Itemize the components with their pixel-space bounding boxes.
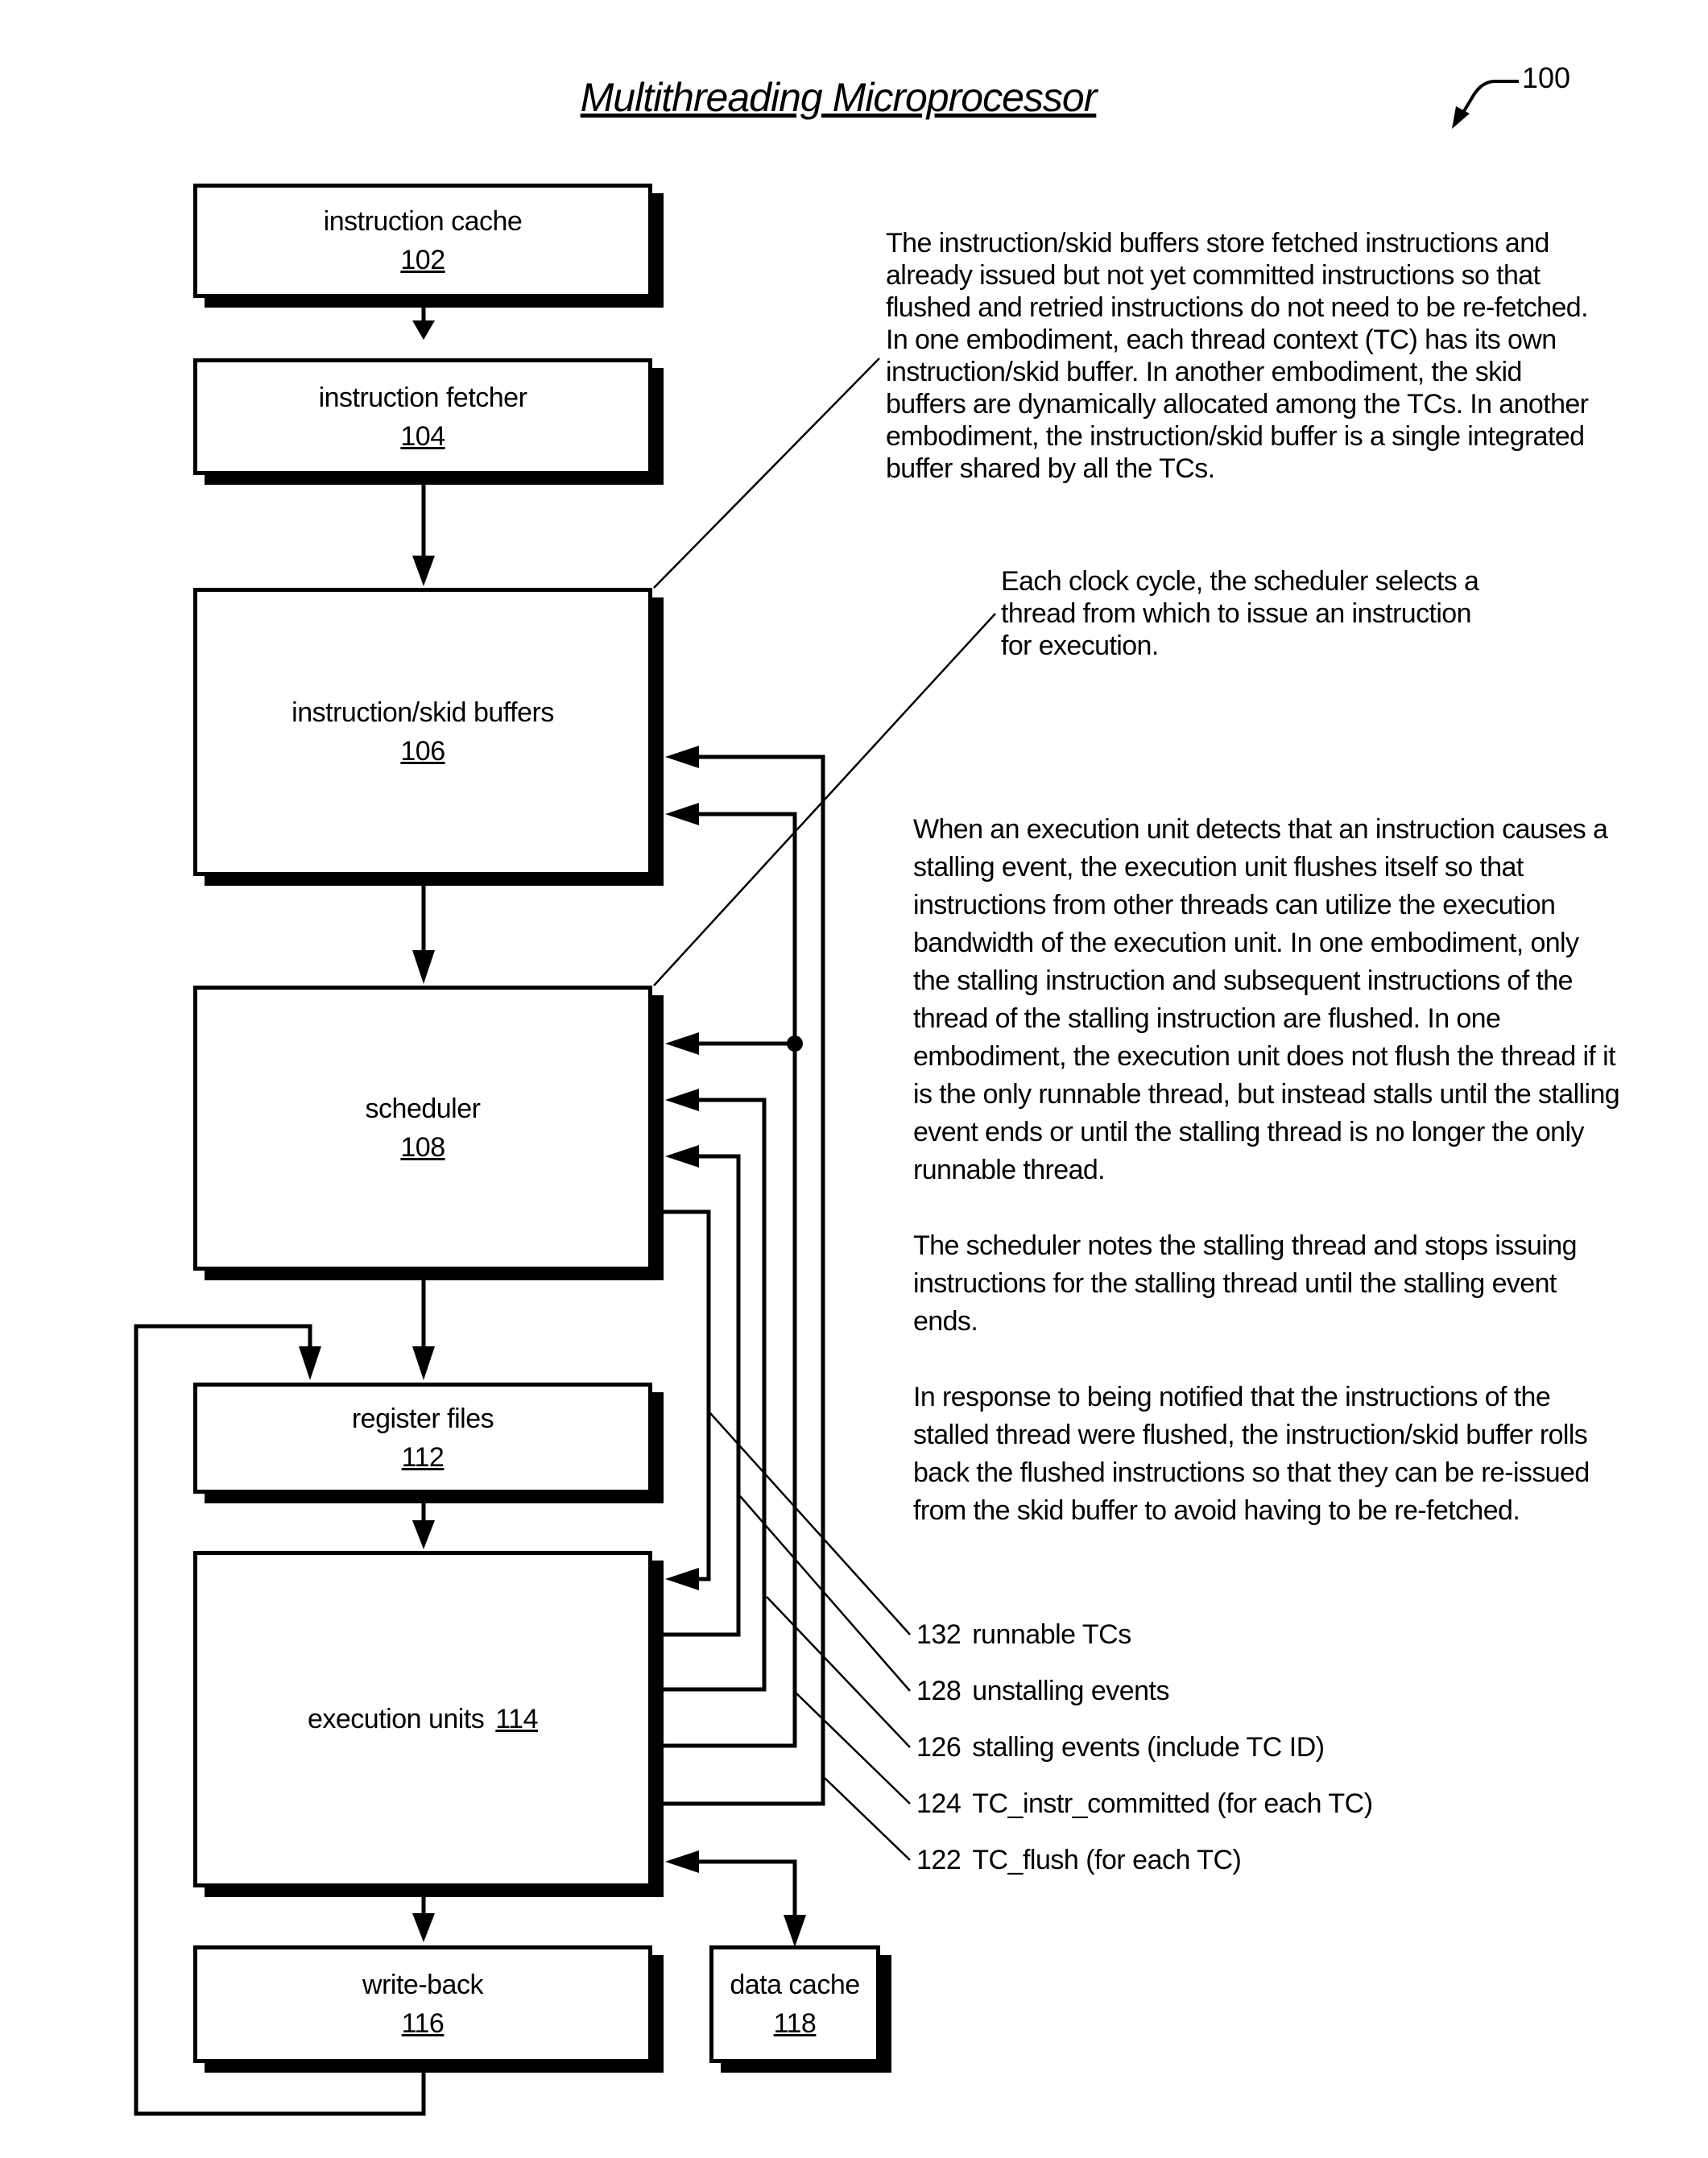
note-rollback: In response to being notified that the i… <box>913 1382 1590 1526</box>
arrowhead-icon <box>665 746 699 768</box>
block-ref: 116 <box>401 2008 445 2039</box>
block-label: instruction cache <box>323 206 523 237</box>
note-scheduler: Each clock cycle, the scheduler selects … <box>1001 566 1479 661</box>
block-write-back: write-back 116 <box>193 1945 652 2063</box>
block-register-files: register files 112 <box>193 1383 652 1494</box>
figure-title: Multithreading Microprocessor <box>580 75 1098 120</box>
block-ref: 102 <box>400 245 445 275</box>
signal-code: 122 <box>916 1845 962 1875</box>
wire-128-unstalling-events <box>662 1154 741 1637</box>
note-scheduler-stall: The scheduler notes the stalling thread … <box>913 1230 1577 1337</box>
block-label: instruction fetcher <box>318 382 527 413</box>
arrowhead-icon <box>412 1346 435 1380</box>
block-instruction-fetcher: instruction fetcher 104 <box>193 358 652 475</box>
arrowhead-icon <box>412 320 435 340</box>
arrowhead-icon <box>665 803 699 825</box>
block-ref: 114 <box>495 1704 539 1734</box>
signal-label: 124 TC_instr_committed (for each TC) <box>916 1788 1373 1820</box>
note-skid-buffers: The instruction/skid buffers store fetch… <box>886 228 1589 484</box>
signal-name: TC_flush (for each TC) <box>972 1845 1242 1875</box>
note-execution: When an execution unit detects that an i… <box>913 811 1622 1568</box>
wire-126-stalling-events <box>662 1098 767 1692</box>
arrowhead-icon <box>665 1850 699 1873</box>
block-ref: 104 <box>400 420 445 452</box>
junction-dot <box>787 1036 803 1052</box>
block-data-cache: data cache 118 <box>709 1945 880 2063</box>
block-instruction-cache: instruction cache 102 <box>193 184 652 298</box>
block-skid-buffers: instruction/skid buffers 106 <box>193 588 652 876</box>
block-label: register files <box>351 1404 494 1434</box>
block-execution-units: execution units 114 <box>193 1551 652 1887</box>
arrowhead-icon <box>412 1913 435 1942</box>
leader-124 <box>796 1693 911 1805</box>
arrowhead-icon <box>665 1032 699 1055</box>
block-ref: 112 <box>401 1442 445 1473</box>
block-label: instruction/skid buffers <box>292 697 554 728</box>
wire-122-tc-flush <box>662 754 825 1806</box>
signal-name: stalling events (include TC ID) <box>972 1732 1325 1763</box>
arrowhead-icon <box>665 1089 699 1111</box>
note-execution-stall: When an execution unit detects that an i… <box>913 814 1620 1185</box>
block-scheduler: scheduler 108 <box>193 986 652 1271</box>
arrowhead-icon <box>412 950 435 984</box>
signal-name: TC_instr_committed (for each TC) <box>972 1788 1373 1819</box>
signal-code: 126 <box>916 1732 962 1763</box>
block-label: scheduler <box>365 1093 481 1124</box>
arrowhead-icon <box>665 1568 699 1590</box>
leader-126 <box>766 1596 911 1748</box>
block-ref: 106 <box>400 736 445 767</box>
arrowhead-icon <box>665 1145 699 1168</box>
signal-label: 122 TC_flush (for each TC) <box>916 1844 1242 1876</box>
signal-code: 124 <box>916 1788 962 1819</box>
arrowhead-icon <box>299 1346 321 1380</box>
block-ref: 118 <box>773 2008 817 2039</box>
arrowhead-icon <box>784 1915 806 1947</box>
signal-code: 128 <box>916 1676 962 1706</box>
signal-label: 128 unstalling events <box>916 1675 1170 1707</box>
arrowhead-icon <box>412 556 435 586</box>
wire-132-runnable-tcs <box>662 1209 711 1581</box>
block-label: execution units <box>307 1704 485 1734</box>
block-label: data cache <box>730 1970 860 2000</box>
arrowhead-icon <box>412 1520 435 1549</box>
block-label: write-back <box>362 1970 483 2000</box>
signal-label: 126 stalling events (include TC ID) <box>916 1731 1325 1763</box>
signal-name: unstalling events <box>972 1676 1170 1706</box>
leader-skid-buffers-note <box>653 358 880 589</box>
block-ref: 108 <box>400 1132 445 1163</box>
signal-code: 132 <box>916 1619 962 1650</box>
signal-label: 132 runnable TCs <box>916 1618 1131 1651</box>
figure-ref-number: 100 <box>1522 61 1571 94</box>
exec-data-cache-wire <box>696 1859 797 1920</box>
signal-name: runnable TCs <box>972 1619 1131 1650</box>
